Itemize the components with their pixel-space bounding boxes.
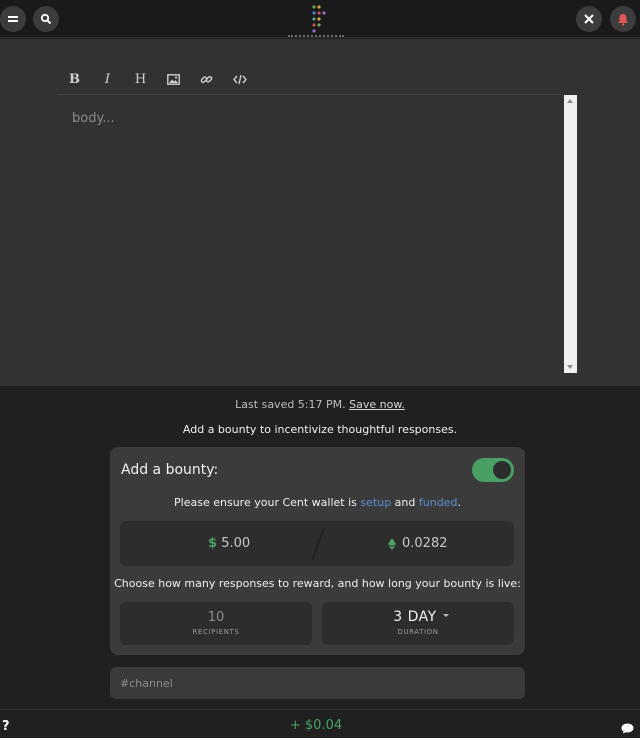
chat-icon[interactable] [621, 723, 634, 734]
recipients-label: RECIPIENTS [192, 628, 240, 636]
close-icon [584, 14, 594, 24]
image-button[interactable] [157, 67, 190, 91]
wallet-note-prefix: Please ensure your Cent wallet is [174, 496, 357, 509]
search-button[interactable] [33, 6, 59, 32]
notifications-button[interactable] [610, 6, 636, 32]
balance-display[interactable]: + $0.04 [0, 718, 632, 733]
eth-amount: 0.0282 [402, 536, 448, 551]
code-button[interactable] [223, 67, 256, 91]
and-text: and [394, 496, 416, 509]
bounty-amount-box: $ 5.00 0.0282 [120, 521, 514, 566]
recipients-value: 10 [207, 610, 225, 625]
bell-icon [618, 13, 628, 26]
setup-link[interactable]: setup [360, 496, 391, 509]
link-button[interactable] [190, 67, 223, 91]
wallet-note: Please ensure your Cent wallet is setup … [110, 496, 525, 509]
body-placeholder: body... [72, 111, 115, 126]
editor-scrollbar[interactable] [564, 95, 577, 373]
channel-input[interactable] [110, 667, 525, 699]
bounty-prompt: Add a bounty to incentivize thoughtful r… [182, 423, 458, 436]
funded-link[interactable]: funded [419, 496, 458, 509]
usd-amount-field[interactable]: $ 5.00 [208, 536, 250, 551]
bounty-panel: Add a bounty: Please ensure your Cent wa… [110, 447, 525, 655]
formatting-toolbar: B I H [58, 67, 256, 91]
channel-field[interactable] [110, 667, 525, 699]
save-now-link[interactable]: Save now. [349, 398, 405, 411]
body-textarea[interactable]: body... [58, 95, 564, 373]
duration-dropdown[interactable]: 3 DAY DURATION [322, 602, 514, 645]
app-logo[interactable] [308, 4, 328, 34]
divider-slash [311, 527, 325, 561]
bounty-title: Add a bounty: [121, 462, 219, 478]
eth-amount-field[interactable]: 0.0282 [388, 536, 448, 551]
hamburger-icon [8, 16, 18, 22]
last-saved-text: Last saved 5:17 PM. [235, 398, 346, 411]
usd-amount: 5.00 [221, 536, 251, 551]
duration-label: DURATION [397, 628, 439, 636]
duration-value: 3 DAY [393, 609, 437, 625]
recipients-field[interactable]: 10 RECIPIENTS [120, 602, 312, 645]
bold-button[interactable]: B [58, 67, 91, 91]
choose-instructions: Choose how many responses to reward, and… [114, 577, 521, 590]
link-icon [200, 75, 213, 83]
search-icon [40, 13, 52, 25]
close-button[interactable] [576, 6, 602, 32]
image-icon [167, 73, 180, 85]
dollar-icon: $ [208, 536, 218, 551]
heading-button[interactable]: H [124, 67, 157, 91]
scroll-down-arrow[interactable] [567, 365, 573, 369]
menu-button[interactable] [0, 6, 26, 32]
chevron-down-icon [443, 614, 449, 617]
bounty-toggle[interactable] [472, 458, 514, 482]
toggle-knob [493, 461, 511, 479]
bottom-bar: ? + $0.04 [0, 709, 640, 738]
scroll-up-arrow[interactable] [567, 99, 573, 103]
save-status: Last saved 5:17 PM. Save now. [0, 398, 640, 411]
period-text: . [457, 496, 461, 509]
code-icon [232, 74, 247, 84]
italic-button[interactable]: I [91, 67, 124, 91]
ethereum-icon [388, 537, 396, 550]
post-editor: B I H body... [0, 39, 640, 386]
